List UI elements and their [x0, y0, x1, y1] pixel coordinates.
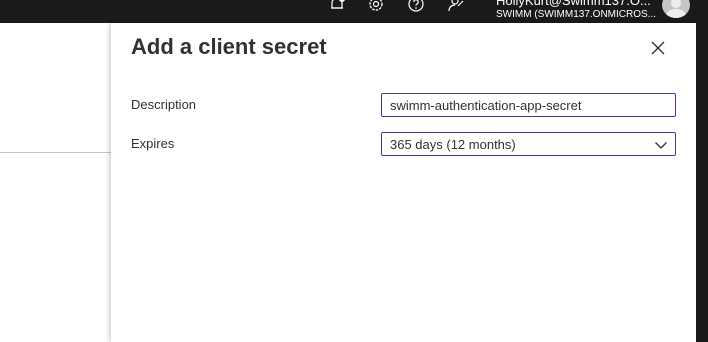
top-navigation-bar: HollyKurt@Swimm137.O... SWIMM (SWIMM137.…: [0, 0, 708, 23]
notifications-icon[interactable]: [327, 0, 347, 14]
expires-selected-value: 365 days (12 months): [390, 137, 516, 152]
user-email: HollyKurt@Swimm137.O...: [496, 0, 651, 8]
description-label: Description: [131, 97, 197, 112]
panel-title: Add a client secret: [131, 34, 327, 59]
expires-label: Expires: [131, 136, 175, 151]
background-divider: [0, 152, 111, 153]
add-client-secret-panel: Add a client secret Description Expires …: [111, 23, 696, 342]
avatar[interactable]: [662, 0, 690, 18]
help-icon[interactable]: [406, 0, 426, 14]
expires-dropdown[interactable]: 365 days (12 months): [381, 132, 676, 156]
account-info[interactable]: HollyKurt@Swimm137.O... SWIMM (SWIMM137.…: [496, 0, 658, 21]
chevron-down-icon: [654, 138, 668, 152]
settings-icon[interactable]: [366, 0, 386, 14]
background-edge: [696, 23, 708, 342]
tenant-name: SWIMM (SWIMM137.ONMICROS...: [496, 9, 656, 20]
description-input[interactable]: [381, 93, 676, 117]
feedback-icon[interactable]: [446, 0, 466, 14]
close-icon[interactable]: [648, 38, 668, 58]
